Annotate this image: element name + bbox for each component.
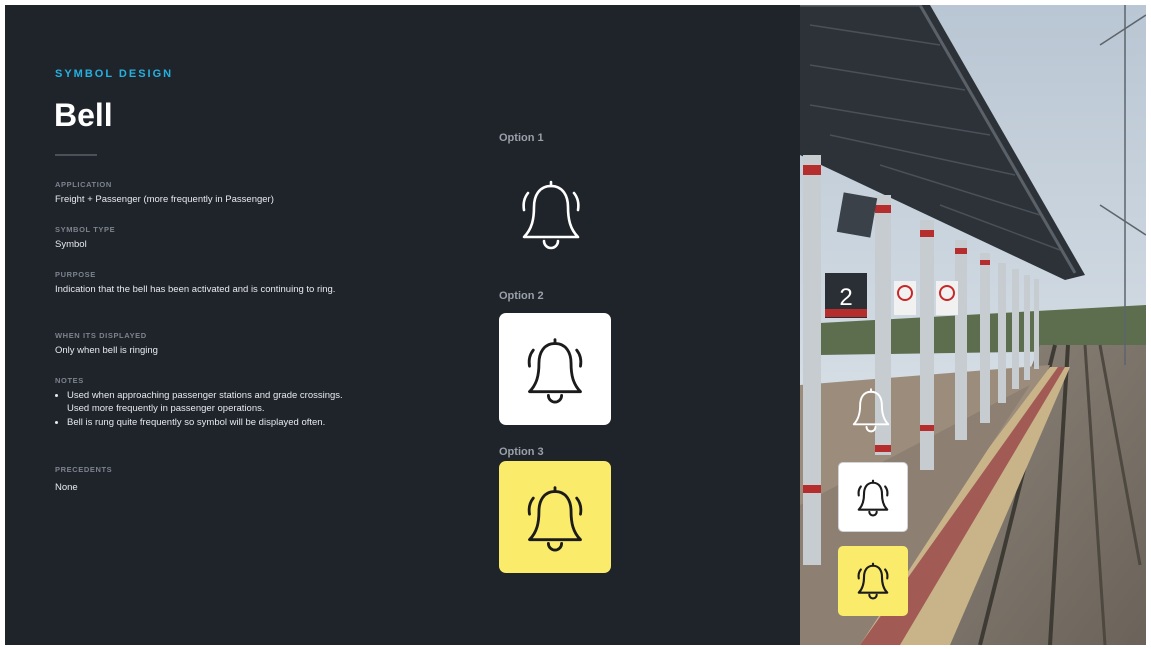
field-value: None: [55, 482, 78, 493]
field-label: PRECEDENTS: [55, 465, 113, 474]
bell-icon: [857, 562, 889, 600]
slide: SYMBOL DESIGN Bell APPLICATION Freight +…: [5, 5, 1146, 645]
field-when-displayed: WHEN ITS DISPLAYED Only when bell is rin…: [55, 331, 375, 358]
field-symbol-type: SYMBOL TYPE Symbol: [55, 225, 375, 252]
bell-icon: [527, 338, 583, 404]
field-value: Only when bell is ringing: [55, 345, 158, 356]
section-eyebrow: SYMBOL DESIGN: [55, 68, 174, 80]
platform-number: 2: [839, 284, 852, 311]
list-item: Used when approaching passenger stations…: [67, 389, 347, 415]
field-label: SYMBOL TYPE: [55, 225, 116, 234]
field-label: NOTES: [55, 376, 84, 385]
info-panel: SYMBOL DESIGN Bell APPLICATION Freight +…: [5, 5, 800, 645]
bell-icon: [857, 479, 889, 517]
field-precedents: PRECEDENTS None: [55, 465, 375, 495]
bell-icon: [522, 180, 580, 250]
option-2-tile: [499, 313, 611, 425]
field-label: APPLICATION: [55, 180, 112, 189]
field-value: Freight + Passenger (more frequently in …: [55, 194, 274, 205]
bell-icon: [852, 388, 890, 433]
field-value: Indication that the bell has been activa…: [55, 284, 336, 295]
option-2-label: Option 2: [499, 290, 544, 302]
field-notes: NOTES Used when approaching passenger st…: [55, 376, 347, 430]
field-label: WHEN ITS DISPLAYED: [55, 331, 147, 340]
field-purpose: PURPOSE Indication that the bell has bee…: [55, 270, 355, 297]
option-3-tile: [499, 461, 611, 573]
page-title: Bell: [54, 97, 113, 133]
notes-list: Used when approaching passenger stations…: [55, 389, 347, 429]
bell-white-tile-preview: [838, 462, 908, 532]
title-divider: [55, 154, 97, 156]
station-platform-photo: 2: [800, 5, 1146, 645]
bell-yellow-tile-preview: [838, 546, 908, 616]
bell-icon: [527, 486, 583, 552]
option-3-label: Option 3: [499, 446, 544, 458]
field-application: APPLICATION Freight + Passenger (more fr…: [55, 180, 375, 207]
list-item: Bell is rung quite frequently so symbol …: [67, 416, 347, 429]
option-1-label: Option 1: [499, 132, 544, 144]
field-label: PURPOSE: [55, 270, 96, 279]
field-value: Symbol: [55, 239, 87, 250]
